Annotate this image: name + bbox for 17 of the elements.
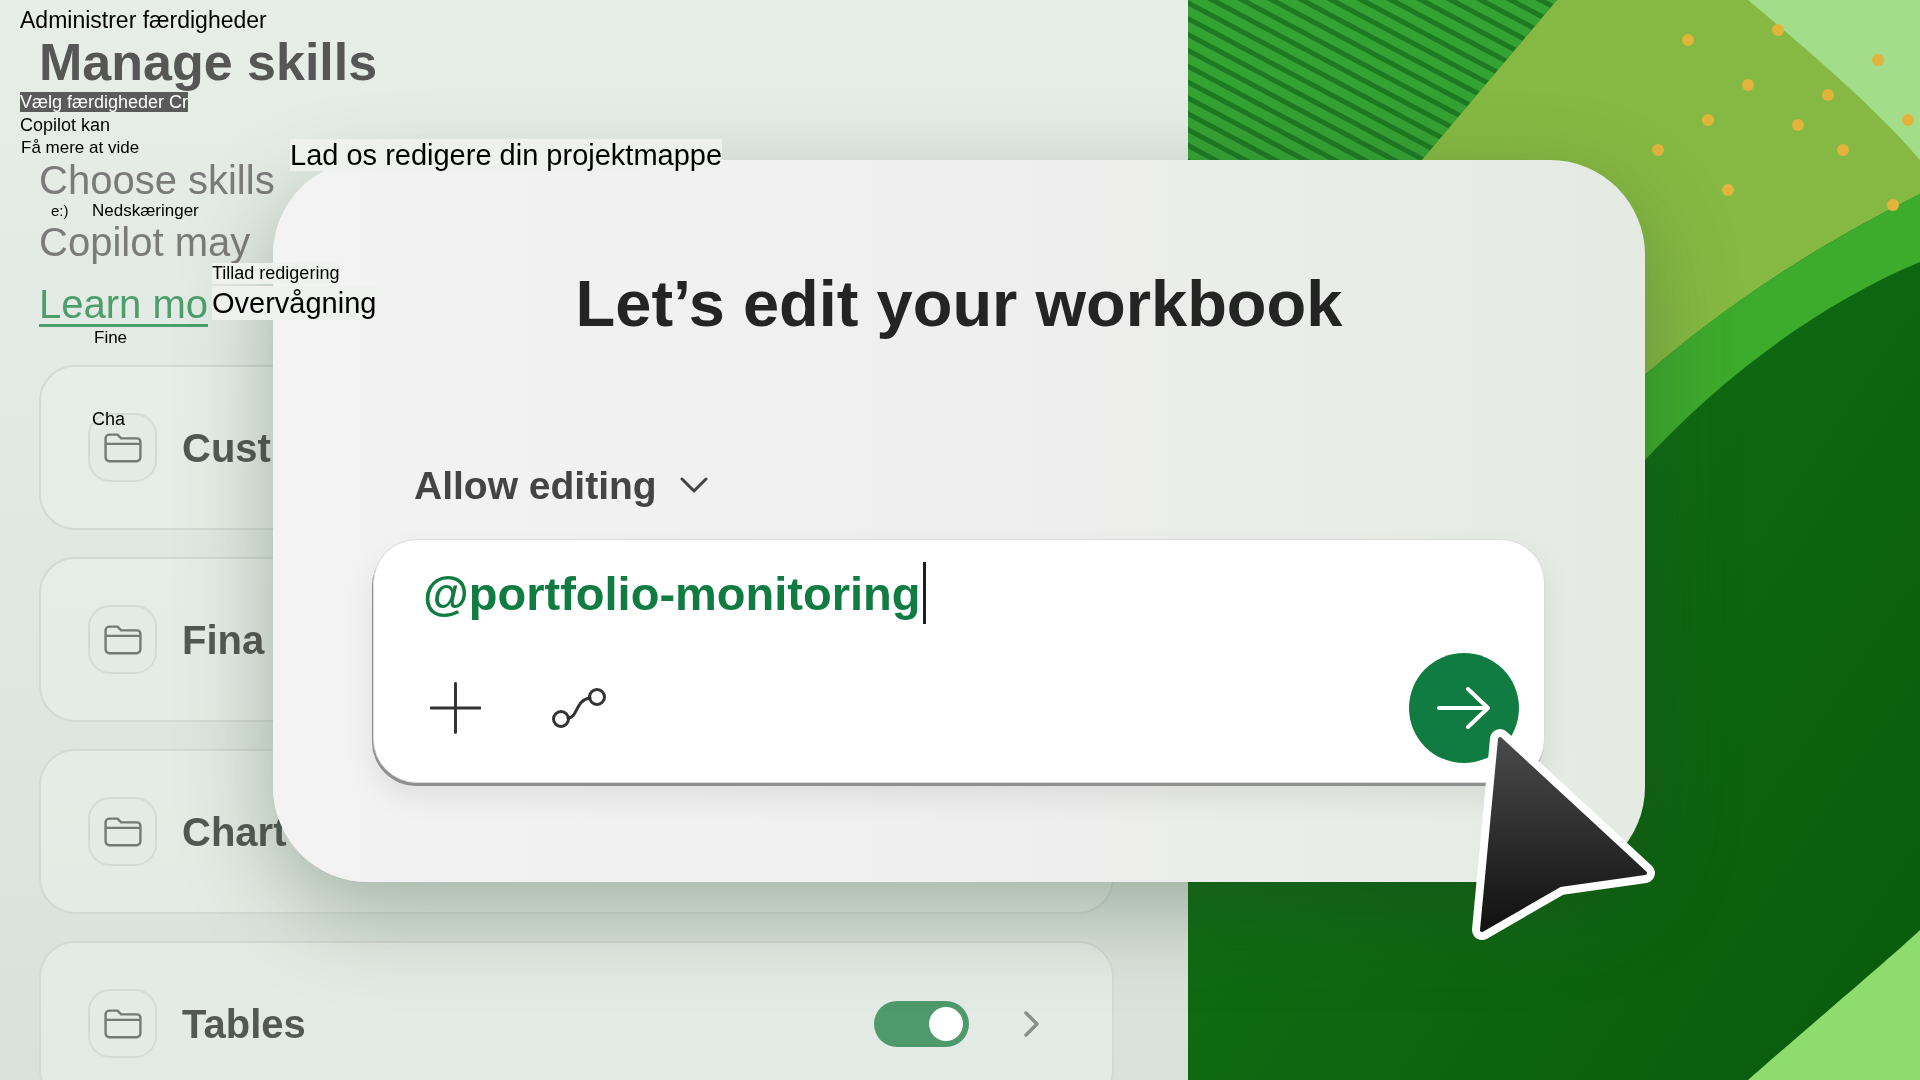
overlay-label: Copilot kan	[20, 115, 111, 135]
skill-name: Cust	[182, 425, 271, 470]
subtitle-text: Choose skills	[39, 160, 275, 200]
overlay-label: Tillad redigering	[212, 263, 340, 284]
overlay-label: Lad os redigere din projektmappe	[290, 139, 723, 171]
overlay-label: Fine	[94, 328, 128, 347]
overlay-label: Overvågning	[212, 286, 377, 320]
overlay-label: Nedskæringer	[92, 201, 199, 220]
overlay-label: Vælg færdigheder Cr	[20, 92, 189, 112]
overlay-label: e:)	[51, 202, 69, 219]
skill-name: Chart	[182, 809, 287, 854]
skill-name: Fina	[182, 617, 265, 662]
skill-name: Tables	[182, 1001, 306, 1046]
overlay-label: Få mere at vide	[21, 138, 140, 157]
description-text: Copilot may	[39, 222, 251, 262]
overlay-label: Cha	[92, 409, 126, 429]
overlay-label: Administrer færdigheder	[20, 8, 267, 32]
